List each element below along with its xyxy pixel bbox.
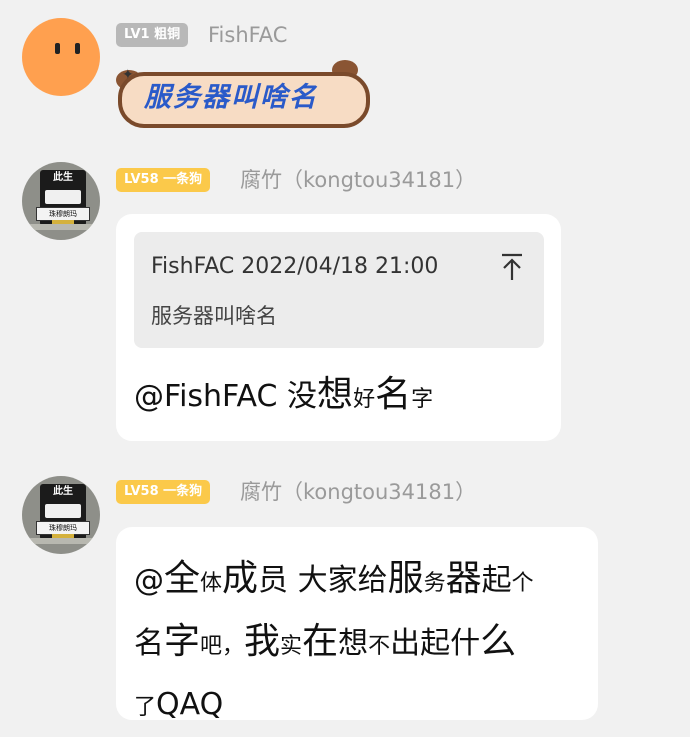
text-seg: 个 <box>511 571 534 596</box>
message-line: 名字吧，我实在想不出起什么 <box>134 613 584 676</box>
avatar-sign-bar: 珠穆朗玛 <box>36 521 90 535</box>
text-seg: 器 <box>445 558 482 599</box>
text-seg: 不 <box>368 634 391 659</box>
text-seg: 体 <box>200 571 223 596</box>
level-badge: LV58 一条狗 <box>116 168 211 192</box>
avatar-owner[interactable]: 此生 珠穆朗玛 <box>22 162 100 240</box>
text-seg: 务 <box>423 571 446 596</box>
sticker-message[interactable]: ✦ 服务器叫啥名 <box>116 60 370 130</box>
text-seg: 出起什 <box>390 626 481 661</box>
sticker-sparkle-icon: ✦ <box>122 67 134 83</box>
avatar-sign-text: 此生 <box>53 172 73 183</box>
text-seg: 好 <box>353 387 376 412</box>
text-seg: 名 <box>134 626 164 661</box>
text-seg: 服 <box>387 558 424 599</box>
avatar-owner[interactable]: 此生 珠穆朗玛 <box>22 476 100 554</box>
quote-text: 服务器叫啥名 <box>151 304 277 328</box>
text-seg: 在 <box>302 621 339 662</box>
text-seg: QAQ <box>156 687 224 722</box>
quote-author-time: FishFAC 2022/04/18 21:00 <box>151 254 439 279</box>
message-line: @全体成员 大家给服务器起个 <box>134 550 584 613</box>
quoted-message[interactable]: FishFAC 2022/04/18 21:00 服务器叫啥名 <box>134 232 544 348</box>
text-seg: 吧， <box>200 634 245 659</box>
text-seg: 成 <box>222 558 259 599</box>
sticker-text: 服务器叫啥名 <box>144 82 318 113</box>
avatar-sign-plate <box>45 190 81 204</box>
sender-name[interactable]: 腐竹（kongtou34181） <box>240 167 476 193</box>
sender-name[interactable]: FishFAC <box>208 22 287 48</box>
text-seg: 实 <box>280 634 303 659</box>
level-badge: LV1 粗铜 <box>116 23 189 47</box>
text-seg: @FishFAC 没 <box>134 379 318 414</box>
avatar-sign: 此生 珠穆朗玛 <box>36 170 90 226</box>
text-seg: 我 <box>244 621 281 662</box>
avatar-fishfac[interactable] <box>22 18 100 96</box>
message-line: 了QAQ <box>134 676 584 737</box>
avatar-stripe <box>22 538 100 544</box>
text-seg: 了 <box>134 695 157 720</box>
text-seg: 名 <box>375 374 412 415</box>
text-seg: 想 <box>317 374 354 415</box>
avatar-sign-bar: 珠穆朗玛 <box>36 207 90 221</box>
text-seg: 员 大家给 <box>258 563 388 598</box>
text-seg: 么 <box>480 621 517 662</box>
sender-name[interactable]: 腐竹（kongtou34181） <box>240 479 476 505</box>
text-seg: 字 <box>411 387 434 412</box>
message-text: @FishFAC 没想好名字 <box>134 372 433 423</box>
scroll-to-top-icon[interactable] <box>500 252 524 282</box>
avatar-eye-left <box>55 43 60 54</box>
avatar-sign-plate <box>45 504 81 518</box>
message-text: @全体成员 大家给服务器起个 名字吧，我实在想不出起什么 了QAQ <box>134 550 584 737</box>
avatar-sign: 此生 珠穆朗玛 <box>36 484 90 540</box>
text-seg: 起 <box>481 563 512 598</box>
avatar-sign-text: 此生 <box>53 486 73 497</box>
level-badge: LV58 一条狗 <box>116 480 211 504</box>
text-seg: 字 <box>164 621 201 662</box>
text-seg: 想 <box>338 626 369 661</box>
avatar-stripe <box>22 224 100 230</box>
text-seg: 全 <box>164 558 201 599</box>
text-seg: @ <box>134 563 164 598</box>
avatar-eye-right <box>75 43 80 54</box>
